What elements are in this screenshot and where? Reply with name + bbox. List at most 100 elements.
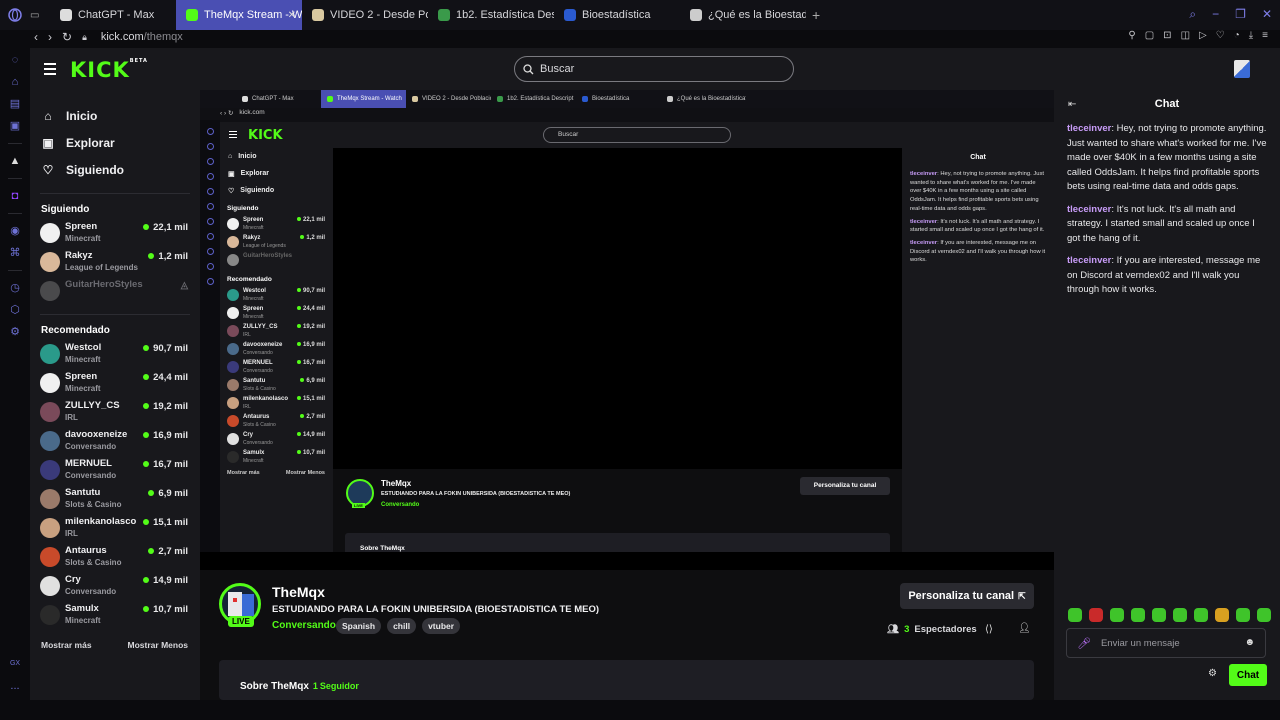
gx-label[interactable]: GX: [5, 658, 25, 670]
forward-icon[interactable]: ›: [48, 30, 52, 44]
emote-icon[interactable]: [1194, 608, 1208, 622]
emoji-icon[interactable]: ☻: [1244, 637, 1255, 648]
settings-icon[interactable]: ⚙: [9, 326, 21, 338]
search-input[interactable]: Buscar: [514, 56, 794, 82]
kick-logo[interactable]: KICKBETA: [70, 58, 148, 82]
player-icon[interactable]: ◉: [9, 225, 21, 237]
pin-icon[interactable]: ⚲: [1128, 30, 1135, 41]
stream-category[interactable]: Conversando: [272, 620, 336, 631]
channel-item[interactable]: milenkanolasco IRL 15,1 mil: [30, 516, 200, 545]
stream-tag[interactable]: vtuber: [422, 618, 461, 634]
channel-item[interactable]: Westcol Minecraft 90,7 mil: [30, 342, 200, 371]
sidebar-item-siguiendo[interactable]: ♡ Siguiendo: [42, 156, 200, 183]
customize-channel-button[interactable]: Personaliza tu canal ⇱: [900, 583, 1034, 609]
video-player[interactable]: ChatGPT - Max TheMqx Stream - Watch VIDEO …: [200, 90, 1054, 570]
microphone-icon[interactable]: 🎤︎: [1077, 637, 1091, 650]
emote-icon[interactable]: [1236, 608, 1250, 622]
channel-item[interactable]: Rakyz League of Legends 1,2 mil: [30, 250, 200, 279]
channel-item[interactable]: davooxeneize Conversando 16,9 mil: [30, 429, 200, 458]
apps-icon[interactable]: ▣: [9, 120, 21, 132]
chat-username[interactable]: tleceinver: [1067, 204, 1111, 215]
play-icon[interactable]: ▷: [1199, 30, 1207, 41]
chat-settings-icon[interactable]: ⚙: [1208, 668, 1217, 679]
chat-input[interactable]: 🎤︎ Enviar un mensaje ☻: [1066, 628, 1266, 658]
more-icon[interactable]: ...: [9, 680, 21, 692]
emote-icon[interactable]: [1068, 608, 1082, 622]
browser-tab[interactable]: VIDEO 2 - Desde Poblacio: [302, 0, 428, 30]
url-field[interactable]: kick.com/themqx: [101, 31, 183, 43]
emote-icon[interactable]: [1110, 608, 1124, 622]
history-icon[interactable]: ◷: [9, 282, 21, 294]
channel-item[interactable]: ZULLYY_CS IRL 19,2 mil: [30, 400, 200, 429]
share-icon[interactable]: ⟨⟩: [985, 624, 993, 635]
browser-tab[interactable]: ¿Qué es la Bioestadística?: [680, 0, 806, 30]
show-less-button[interactable]: Mostrar Menos: [128, 640, 188, 650]
shield-icon[interactable]: ◫: [1181, 30, 1190, 41]
opera-logo-icon[interactable]: [0, 8, 30, 22]
channel-avatar: [40, 281, 60, 301]
emote-icon[interactable]: [1215, 608, 1229, 622]
snapshot-icon[interactable]: ▢: [1145, 30, 1154, 41]
streamer-name[interactable]: TheMqx: [272, 584, 325, 600]
tab-label: ¿Qué es la Bioestadística?: [708, 9, 806, 21]
twitch-icon[interactable]: ◘: [9, 190, 21, 202]
browser-tab[interactable]: Bioestadística: [554, 0, 680, 30]
emote-icon[interactable]: [1257, 608, 1271, 622]
channel-item[interactable]: Antaurus Slots & Casino 2,7 mil: [30, 545, 200, 574]
hamburger-icon[interactable]: [44, 63, 56, 78]
recommended-heading: Recomendado: [41, 325, 110, 336]
channel-item[interactable]: MERNUEL Conversando 16,7 mil: [30, 458, 200, 487]
channel-item[interactable]: Samulx Minecraft 10,7 mil: [30, 603, 200, 632]
channel-item[interactable]: GuitarHeroStyles ◬: [30, 279, 200, 308]
user-avatar[interactable]: [1234, 60, 1250, 78]
emote-icon[interactable]: [1152, 608, 1166, 622]
pinboard-icon[interactable]: ⌘: [9, 247, 21, 259]
emote-icon[interactable]: [1173, 608, 1187, 622]
cube-icon[interactable]: ⬡: [9, 304, 21, 316]
browser-tab[interactable]: TheMqx Stream - Watch✕: [176, 0, 302, 30]
close-tab-icon[interactable]: ✕: [288, 10, 296, 21]
emote-icon[interactable]: [1089, 608, 1103, 622]
channel-name: milenkanolasco: [65, 516, 137, 527]
viewer-count: 19,2 mil: [143, 401, 188, 412]
news-icon[interactable]: ▤: [9, 98, 21, 110]
follow-user-icon[interactable]: 👤︎: [1018, 623, 1031, 634]
menu-icon[interactable]: ≡: [1262, 30, 1268, 41]
channel-item[interactable]: Santutu Slots & Casino 6,9 mil: [30, 487, 200, 516]
emote-icon[interactable]: [1131, 608, 1145, 622]
chat-username[interactable]: tleceinver: [1067, 255, 1111, 266]
close-window-icon[interactable]: ✕: [1262, 7, 1272, 22]
channel-name: Samulx: [65, 603, 99, 614]
screenshot-icon[interactable]: ⊡: [1163, 30, 1171, 41]
heart-icon[interactable]: ♡: [1216, 30, 1225, 41]
show-more-button[interactable]: Mostrar más: [41, 640, 92, 650]
browser-tab[interactable]: 1b2. Estadística Descript: [428, 0, 554, 30]
account-icon[interactable]: ◔: [1234, 30, 1240, 41]
back-icon[interactable]: ‹: [34, 30, 38, 44]
sidebar-item-explorar[interactable]: ▣ Explorar: [42, 129, 200, 156]
download-icon[interactable]: ⤓: [1249, 30, 1253, 41]
bag-icon[interactable]: ⌂: [9, 76, 21, 88]
send-chat-button[interactable]: Chat: [1229, 664, 1267, 686]
channel-item[interactable]: Spreen Minecraft 24,4 mil: [30, 371, 200, 400]
kick-sidebar-icon[interactable]: ▲: [9, 155, 21, 167]
messenger-icon[interactable]: ◌: [9, 54, 21, 66]
sidebar-item-inicio[interactable]: ⌂ Inicio: [42, 102, 200, 129]
minimize-icon[interactable]: −: [1212, 7, 1219, 22]
channel-item[interactable]: Cry Conversando 14,9 mil: [30, 574, 200, 603]
chat-username[interactable]: tleceinver: [1067, 123, 1111, 134]
tab-label: VIDEO 2 - Desde Poblacio: [330, 9, 428, 21]
browser-tab[interactable]: ChatGPT - Max: [50, 0, 176, 30]
maximize-icon[interactable]: ❐: [1235, 7, 1246, 22]
stream-tag[interactable]: Spanish: [336, 618, 382, 634]
channel-category: IRL: [65, 413, 78, 422]
new-tab-button[interactable]: +: [806, 7, 826, 23]
channel-category: Slots & Casino: [65, 558, 122, 567]
workspace-icon[interactable]: ▭: [30, 10, 50, 21]
stream-tag[interactable]: chill: [387, 618, 417, 634]
search-tabs-icon[interactable]: ⌕: [1189, 7, 1196, 22]
sidebar-item-label: Siguiendo: [66, 162, 124, 177]
reload-icon[interactable]: ↻: [62, 30, 72, 44]
channel-avatar: [40, 402, 60, 422]
channel-item[interactable]: Spreen Minecraft 22,1 mil: [30, 221, 200, 250]
